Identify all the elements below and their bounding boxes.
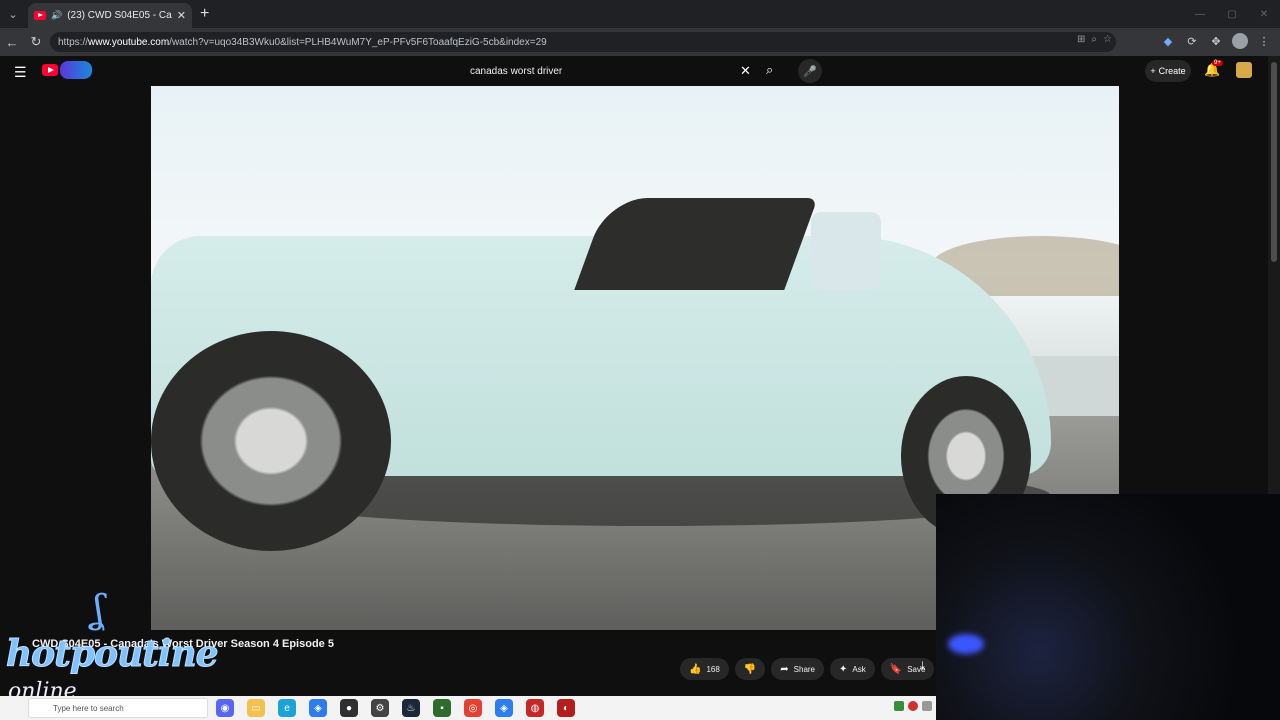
save-button[interactable]: 🔖 Save — [880, 658, 935, 680]
discord-icon[interactable]: ◉ — [216, 699, 234, 717]
tab-search-button[interactable]: ⌄ — [0, 0, 26, 28]
address-bar[interactable]: https://www.youtube.com/watch?v=uqo34B3W… — [50, 32, 1116, 52]
extension-icon[interactable]: ◆ — [1160, 33, 1176, 49]
share-button[interactable]: ➦ Share — [771, 658, 825, 680]
app-icon-2[interactable]: ◈ — [495, 699, 513, 717]
new-tab-button[interactable]: + — [200, 5, 209, 23]
profile-avatar[interactable] — [1232, 33, 1248, 49]
address-bar-icons: ⊞ ⌕ ☆ — [1077, 34, 1112, 45]
edge-icon[interactable]: e — [278, 699, 296, 717]
zoom-icon[interactable]: ⌕ — [1091, 34, 1097, 45]
thumbs-up-icon: 👍 — [689, 663, 702, 675]
video-actions: 👍 168 👎 ➦ Share ✦ Ask 🔖 Save — [680, 658, 935, 680]
system-tray — [894, 701, 932, 711]
steam-icon[interactable]: ♨ — [402, 699, 420, 717]
create-button[interactable]: + Create — [1145, 60, 1191, 82]
youtube-favicon-icon — [34, 11, 46, 20]
windows-taskbar: Type here to search ◉ ▭ e ◈ ● ⚙ ♨ ▪ ◎ ◈ … — [0, 696, 936, 720]
terminal-icon[interactable]: ▪ — [433, 699, 451, 717]
like-count: 168 — [706, 664, 720, 674]
browser-toolbar: ← ↻ https://www.youtube.com/watch?v=uqo3… — [0, 28, 1280, 56]
ask-label: Ask — [852, 664, 866, 674]
webcam-overlay — [936, 494, 1280, 720]
menu-icon[interactable]: ☰ — [14, 64, 27, 81]
search-input[interactable]: canadas worst driver — [460, 60, 760, 82]
chrome-icon[interactable]: ◎ — [464, 699, 482, 717]
minimize-button[interactable]: — — [1184, 0, 1216, 28]
back-button[interactable]: ← — [0, 28, 24, 56]
webcam-light — [948, 634, 984, 654]
settings-icon[interactable]: ⚙ — [371, 699, 389, 717]
create-label: Create — [1158, 66, 1186, 76]
close-window-button[interactable]: ✕ — [1248, 0, 1280, 28]
like-button[interactable]: 👍 168 — [680, 658, 729, 680]
share-label: Share — [793, 664, 816, 674]
tray-icon-3[interactable] — [922, 701, 932, 711]
taskbar-apps: ◉ ▭ e ◈ ● ⚙ ♨ ▪ ◎ ◈ ◍ ◐ — [216, 699, 575, 717]
app-icon-3[interactable]: ◍ — [526, 699, 544, 717]
logo-text: hotpoutine — [6, 633, 220, 676]
maximize-button[interactable]: ▢ — [1216, 0, 1248, 28]
puzzle-icon[interactable]: ✥ — [1208, 33, 1224, 49]
window-controls: — ▢ ✕ — [1184, 0, 1280, 28]
search-icon[interactable]: ⌕ — [766, 62, 773, 78]
ask-button[interactable]: ✦ Ask — [830, 658, 875, 680]
account-avatar[interactable] — [1236, 62, 1252, 78]
car-window — [574, 198, 818, 290]
apps-icon[interactable]: ⊞ — [1077, 34, 1085, 45]
start-button[interactable] — [0, 696, 28, 720]
thumbs-down-icon: 👎 — [743, 663, 757, 675]
youtube-logo-icon[interactable] — [42, 64, 58, 76]
app-icon[interactable]: ◈ — [309, 699, 327, 717]
tab-close-icon[interactable]: ✕ — [177, 9, 186, 22]
tray-icon-1[interactable] — [894, 701, 904, 711]
bookmark-star-icon[interactable]: ☆ — [1103, 34, 1112, 45]
youtube-header: ☰ canadas worst driver ✕ ⌕ 🎤 + Create 🔔 … — [0, 56, 1268, 86]
share-icon: ➦ — [780, 663, 789, 675]
clear-search-icon[interactable]: ✕ — [740, 63, 751, 79]
browser-titlebar: ⌄ 🔊 (23) CWD S04E05 - Canada's Worst Dri… — [0, 0, 1280, 28]
taskbar-search-input[interactable]: Type here to search — [28, 698, 208, 718]
obs-icon[interactable]: ● — [340, 699, 358, 717]
url-host: www.youtube.com — [88, 36, 170, 48]
car-rear-window — [811, 212, 881, 290]
tab-title: (23) CWD S04E05 - Canada's Worst Driver — [67, 10, 172, 21]
url-path: /watch?v=uqo34B3Wku0&list=PLHB4WuM7Y_eP-… — [169, 36, 547, 48]
sparkle-icon: ✦ — [839, 663, 848, 675]
bookmark-icon: 🔖 — [889, 663, 903, 675]
plus-icon: + — [1150, 66, 1156, 76]
tray-icon-2[interactable] — [908, 701, 918, 711]
dislike-button[interactable]: 👎 — [734, 658, 766, 680]
car-front-wheel — [151, 331, 391, 551]
app-icon-4[interactable]: ◐ — [557, 699, 575, 717]
url-prefix: https:// — [58, 36, 89, 48]
steam-wisp-icon: ʆ — [92, 587, 105, 631]
search-query: canadas worst driver — [470, 65, 563, 77]
sync-icon[interactable]: ⟳ — [1184, 33, 1200, 49]
speaker-icon[interactable]: 🔊 — [51, 10, 62, 21]
more-menu-icon[interactable]: ⋮ — [1256, 33, 1272, 49]
scrollbar-thumb[interactable] — [1271, 62, 1277, 262]
tab-youtube[interactable]: 🔊 (23) CWD S04E05 - Canada's Worst Drive… — [28, 3, 192, 28]
notification-badge: 9+ — [1212, 60, 1223, 66]
download-icon[interactable]: ⤓ — [920, 660, 925, 673]
microphone-icon[interactable]: 🎤 — [798, 59, 822, 83]
doodle-logo[interactable] — [60, 61, 92, 79]
extensions-area: ◆ ⟳ ✥ ⋮ — [1160, 33, 1272, 49]
file-explorer-icon[interactable]: ▭ — [247, 699, 265, 717]
reload-button[interactable]: ↻ — [24, 28, 48, 56]
